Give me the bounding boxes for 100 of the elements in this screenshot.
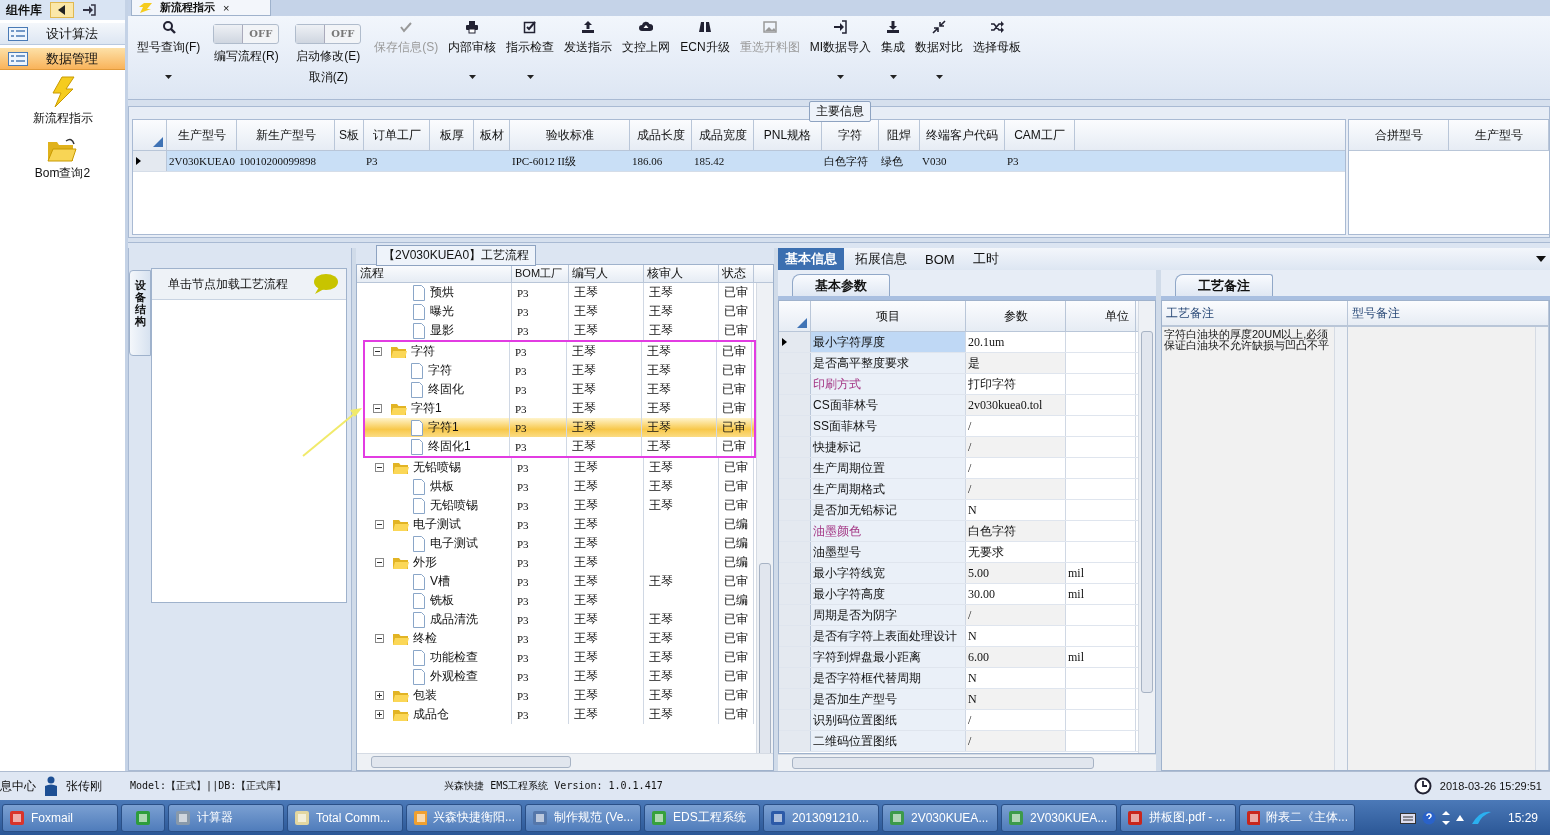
column-header[interactable]: 核审人 (644, 265, 719, 282)
tree-node[interactable]: 字符1 (411, 400, 442, 417)
column-header[interactable]: CAM工厂 (1005, 120, 1075, 150)
toolbar-button[interactable]: 文控上网 (617, 18, 676, 58)
property-value[interactable]: 5.00 (966, 563, 1066, 583)
toolbar-button[interactable]: MI数据导入 (804, 18, 876, 81)
table-row[interactable]: 无铅喷锡 P3 王琴 王琴 已审 (357, 458, 756, 477)
column-header[interactable]: PNL规格 (754, 120, 822, 150)
property-value[interactable]: / (966, 605, 1066, 625)
table-row[interactable]: 显影 P3 王琴 王琴 已审 (357, 321, 756, 340)
toolbar-button[interactable]: 选择母板 (968, 18, 1026, 58)
tree-node[interactable]: 外形 (413, 554, 437, 571)
table-row[interactable]: V槽 P3 王琴 王琴 已审 (357, 572, 756, 591)
tree-node[interactable]: 无铅喷锡 (430, 497, 478, 514)
column-header[interactable]: 单位 (1066, 301, 1136, 331)
property-value[interactable]: 是 (966, 353, 1066, 373)
tree-node[interactable]: 电子测试 (413, 516, 461, 533)
toolbar-button[interactable]: 型号查询(F) (132, 18, 206, 81)
property-value[interactable]: 白色字符 (966, 521, 1066, 541)
tree-node[interactable]: 外观检查 (430, 668, 478, 685)
table-row[interactable]: 电子测试 P3 王琴 已编 (357, 534, 756, 553)
table-row[interactable]: 终固化 P3 王琴 王琴 已审 (365, 380, 754, 399)
property-value[interactable]: / (966, 731, 1066, 751)
table-row[interactable]: SS面菲林号 / (779, 416, 1138, 437)
table-row[interactable]: 字符 P3 王琴 王琴 已审 (365, 361, 754, 380)
table-row[interactable]: 印刷方式 打印字符 (779, 374, 1138, 395)
column-header[interactable]: 板材 (474, 120, 510, 150)
column-header[interactable]: 生产型号 (1449, 120, 1549, 150)
tab[interactable]: 基本信息 (778, 248, 844, 270)
document-tab[interactable]: 新流程指示 × (131, 0, 271, 16)
tree-node[interactable]: 铣板 (430, 592, 454, 609)
tree-node[interactable]: 终固化1 (428, 438, 471, 455)
table-row[interactable]: 烘板 P3 王琴 王琴 已审 (357, 477, 756, 496)
table-row[interactable]: 生产周期格式 / (779, 479, 1138, 500)
side-tab[interactable]: 设备结构 (129, 270, 151, 356)
table-row[interactable]: 油墨型号 无要求 (779, 542, 1138, 563)
table-row[interactable]: 是否字符框代替周期 N (779, 668, 1138, 689)
property-value[interactable]: / (966, 437, 1066, 457)
column-header[interactable]: 新生产型号 (237, 120, 335, 150)
tree-node[interactable]: 终固化 (428, 381, 464, 398)
column-header[interactable]: 订单工厂 (364, 120, 430, 150)
column-header[interactable]: 项目 (811, 301, 966, 331)
note-text[interactable]: 字符白油块的厚度20UM以上,必须保证白油块不允许缺损与凹凸不平 (1162, 327, 1334, 353)
tab[interactable]: 工艺备注 (1175, 274, 1273, 296)
property-value[interactable]: 6.00 (966, 647, 1066, 667)
tree-node[interactable]: 成品仓 (413, 706, 449, 723)
tree-node[interactable]: 曝光 (430, 303, 454, 320)
table-row[interactable]: 油墨颜色 白色字符 (779, 521, 1138, 542)
toolbar-button[interactable]: 指示检查 (501, 18, 560, 81)
toolbar-button[interactable]: ECN升级 (675, 18, 735, 58)
table-row[interactable]: 功能检查 P3 王琴 王琴 已审 (357, 648, 756, 667)
toggle-switch[interactable]: OFF (213, 24, 280, 44)
table-row[interactable]: 字符1 P3 王琴 王琴 已审 (365, 418, 754, 437)
tree-node[interactable]: 字符 (428, 362, 452, 379)
table-row[interactable]: 是否高平整度要求 是 (779, 353, 1138, 374)
tree-node[interactable]: 字符 (411, 343, 435, 360)
tree-node[interactable]: 成品清洗 (430, 611, 478, 628)
toolbar-button[interactable]: 集成 (876, 18, 910, 81)
tree-node[interactable]: 功能检查 (430, 649, 478, 666)
close-button[interactable]: × (223, 1, 230, 14)
property-value[interactable]: N (966, 668, 1066, 688)
column-header[interactable]: 验收标准 (510, 120, 630, 150)
sidebar-item[interactable]: Bom查询2 (34, 137, 91, 182)
column-header[interactable]: S板 (335, 120, 364, 150)
toolbar-button[interactable]: 发送指示 (559, 18, 618, 58)
sidebar-item[interactable]: 新流程指示 (32, 76, 93, 127)
table-row[interactable]: 预烘 P3 王琴 王琴 已审 (357, 283, 756, 302)
table-row[interactable]: CS面菲林号 2v030kuea0.tol (779, 395, 1138, 416)
property-value[interactable]: N (966, 689, 1066, 709)
table-row[interactable]: 终固化1 P3 王琴 王琴 已审 (365, 437, 754, 456)
toolbar-button[interactable]: 内部审核 (443, 18, 502, 81)
property-value[interactable]: / (966, 479, 1066, 499)
taskbar-clock[interactable]: 15:29 (1507, 810, 1538, 825)
tree-node[interactable]: 电子测试 (430, 535, 478, 552)
property-value[interactable]: 20.1um (966, 332, 1066, 352)
table-row[interactable]: 最小字符厚度 20.1um (779, 332, 1138, 353)
toolbar-button[interactable]: 数据对比 (910, 18, 968, 81)
tab[interactable]: 拓展信息 (848, 248, 914, 270)
toggle-switch[interactable]: OFF (295, 24, 362, 44)
table-row[interactable]: 是否加生产型号 N (779, 689, 1138, 710)
table-row[interactable]: 铣板 P3 王琴 已编 (357, 591, 756, 610)
table-row[interactable]: 成品清洗 P3 王琴 王琴 已审 (357, 610, 756, 629)
table-row[interactable]: 快捷标记 / (779, 437, 1138, 458)
table-row[interactable]: 最小字符线宽 5.00 mil (779, 563, 1138, 584)
table-row[interactable]: 包装 P3 王琴 王琴 已审 (357, 686, 756, 705)
property-value[interactable]: N (966, 626, 1066, 646)
sidebar-group[interactable]: 数据管理 (0, 48, 125, 70)
property-value[interactable]: 30.00 (966, 584, 1066, 604)
table-row[interactable]: 是否加无铅标记 N (779, 500, 1138, 521)
table-row[interactable]: 曝光 P3 王琴 王琴 已审 (357, 302, 756, 321)
table-row[interactable]: 字符 P3 王琴 王琴 已审 (365, 342, 754, 361)
table-row[interactable]: 周期是否为阴字 / (779, 605, 1138, 626)
table-row[interactable]: 生产周期位置 / (779, 458, 1138, 479)
table-row[interactable]: 识别码位置图纸 / (779, 710, 1138, 731)
table-row[interactable]: 终检 P3 王琴 王琴 已审 (357, 629, 756, 648)
tab[interactable]: BOM (918, 248, 962, 270)
column-header[interactable]: 终端客户代码 (920, 120, 1005, 150)
property-value[interactable]: / (966, 416, 1066, 436)
property-value[interactable]: N (966, 500, 1066, 520)
column-header[interactable]: 成品长度 (630, 120, 692, 150)
